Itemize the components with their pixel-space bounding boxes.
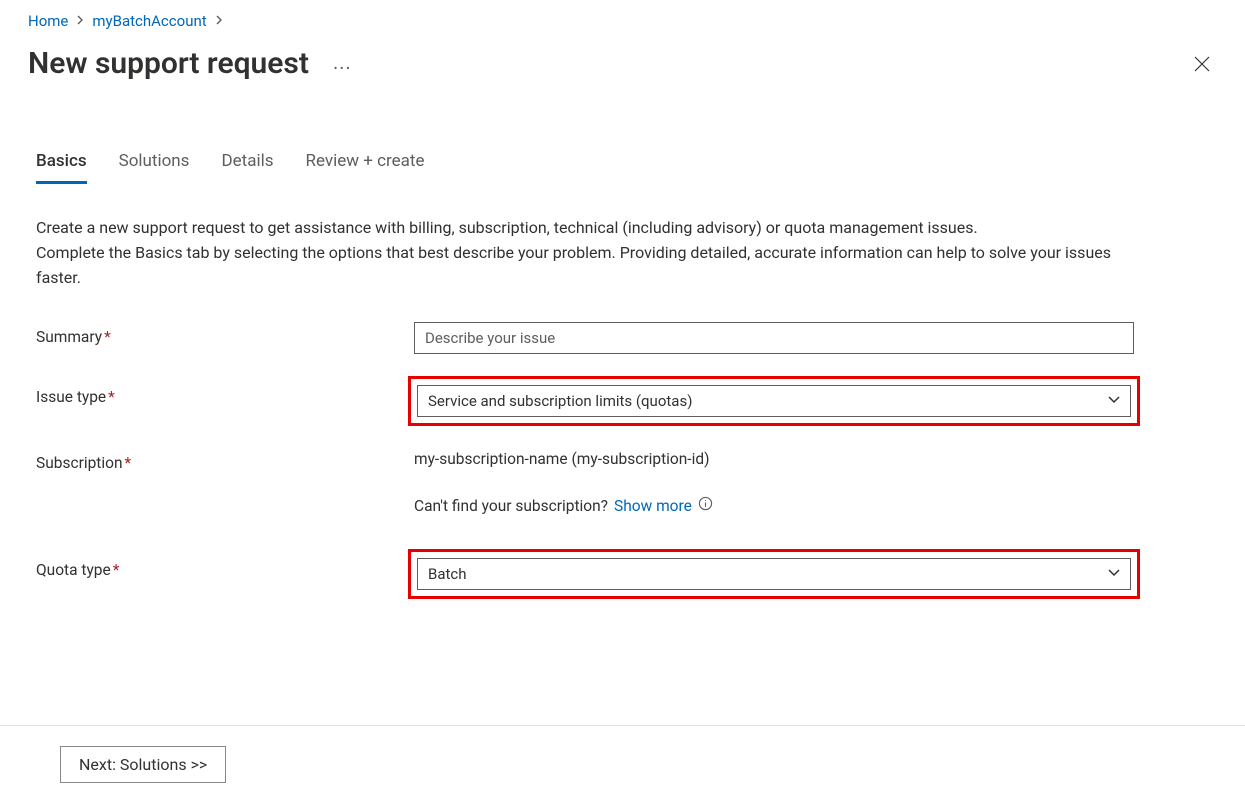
quota-type-highlight: Batch — [408, 549, 1140, 599]
info-icon[interactable] — [698, 496, 713, 515]
intro-text: Create a new support request to get assi… — [36, 216, 1136, 290]
issue-type-select[interactable]: Service and subscription limits (quotas) — [417, 385, 1131, 417]
required-asterisk-icon: * — [104, 328, 111, 346]
breadcrumb-home[interactable]: Home — [28, 12, 68, 30]
tab-review-create[interactable]: Review + create — [306, 151, 425, 184]
show-more-link[interactable]: Show more — [614, 497, 692, 515]
tab-solutions[interactable]: Solutions — [119, 151, 190, 184]
subscription-label: Subscription* — [36, 448, 414, 472]
quota-type-select[interactable]: Batch — [417, 558, 1131, 590]
required-asterisk-icon: * — [113, 561, 120, 579]
issue-type-label: Issue type* — [36, 382, 414, 406]
quota-type-label: Quota type* — [36, 555, 414, 579]
tab-basics[interactable]: Basics — [36, 151, 87, 184]
close-button[interactable] — [1187, 49, 1217, 79]
required-asterisk-icon: * — [125, 454, 132, 472]
summary-label: Summary* — [36, 322, 414, 346]
subscription-hint-text: Can't find your subscription? — [414, 497, 608, 515]
breadcrumb-account[interactable]: myBatchAccount — [92, 12, 206, 30]
breadcrumb: Home myBatchAccount — [28, 12, 1217, 30]
tab-details[interactable]: Details — [221, 151, 273, 184]
summary-input[interactable] — [414, 322, 1134, 354]
chevron-right-icon — [76, 15, 84, 27]
tabs: Basics Solutions Details Review + create — [36, 151, 1209, 184]
more-actions-button[interactable]: ··· — [327, 56, 358, 80]
page-title: New support request — [28, 46, 309, 81]
issue-type-highlight: Service and subscription limits (quotas) — [408, 376, 1140, 426]
close-icon — [1193, 55, 1211, 73]
required-asterisk-icon: * — [108, 388, 115, 406]
next-solutions-button[interactable]: Next: Solutions >> — [60, 746, 226, 783]
footer-bar: Next: Solutions >> — [0, 725, 1245, 783]
chevron-right-icon — [215, 15, 223, 27]
subscription-value: my-subscription-name (my-subscription-id… — [414, 448, 1134, 468]
